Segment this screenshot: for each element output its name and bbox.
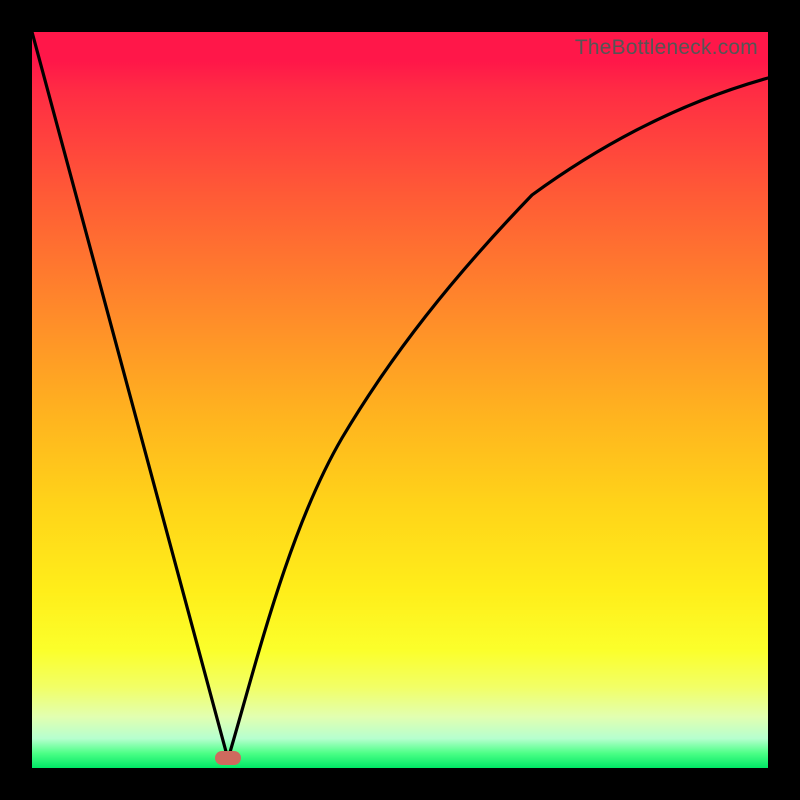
minimum-marker <box>215 751 241 765</box>
bottleneck-curve <box>32 32 768 759</box>
curve-svg <box>32 32 768 768</box>
chart-frame: TheBottleneck.com <box>0 0 800 800</box>
plot-area: TheBottleneck.com <box>32 32 768 768</box>
